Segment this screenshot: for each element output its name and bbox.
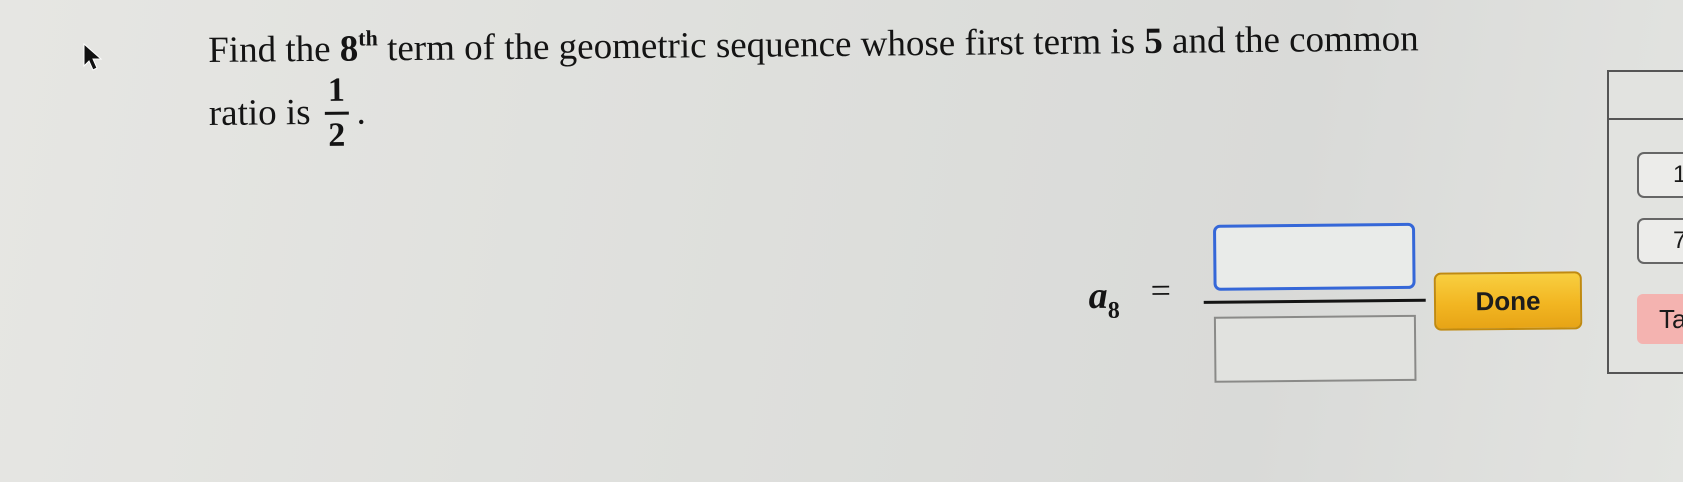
numerator-input[interactable] (1212, 222, 1416, 291)
equals-sign: = (1150, 270, 1172, 311)
answer-subscript: 8 (1107, 297, 1120, 324)
panel-divider (1609, 118, 1683, 120)
mouse-pointer-icon (82, 42, 104, 72)
denominator-input[interactable] (1213, 314, 1417, 383)
ordinal-number: 8 (339, 28, 359, 70)
answer-fraction-bar (1203, 298, 1426, 304)
done-button[interactable]: Done (1433, 271, 1583, 331)
ratio-text: ratio is (208, 92, 311, 135)
question-period: . (356, 91, 367, 133)
question-part-2: term of the geometric sequence whose fir… (377, 21, 1145, 70)
ratio-numerator: 1 (327, 71, 346, 110)
common-ratio-fraction: 1 2 (324, 71, 349, 154)
ordinal-suffix: th (358, 25, 378, 51)
math-palette-panel: 1 7 Ta (1607, 70, 1683, 374)
question-part-3: and the common (1162, 18, 1419, 62)
question-part-1: Find the (208, 28, 340, 71)
question-line-2: ratio is 1 2 . (208, 61, 1579, 155)
tab-button[interactable]: Ta (1637, 294, 1683, 344)
ratio-fraction-bar (324, 111, 349, 115)
first-term-value: 5 (1144, 20, 1163, 63)
question-text: Find the 8th term of the geometric seque… (208, 13, 1579, 155)
answer-variable-label: a8 (1088, 274, 1119, 325)
ratio-denominator: 2 (328, 116, 346, 154)
keypad-key-7[interactable]: 7 (1637, 218, 1683, 264)
keypad-key-1[interactable]: 1 (1637, 152, 1683, 198)
answer-variable: a (1088, 274, 1108, 317)
